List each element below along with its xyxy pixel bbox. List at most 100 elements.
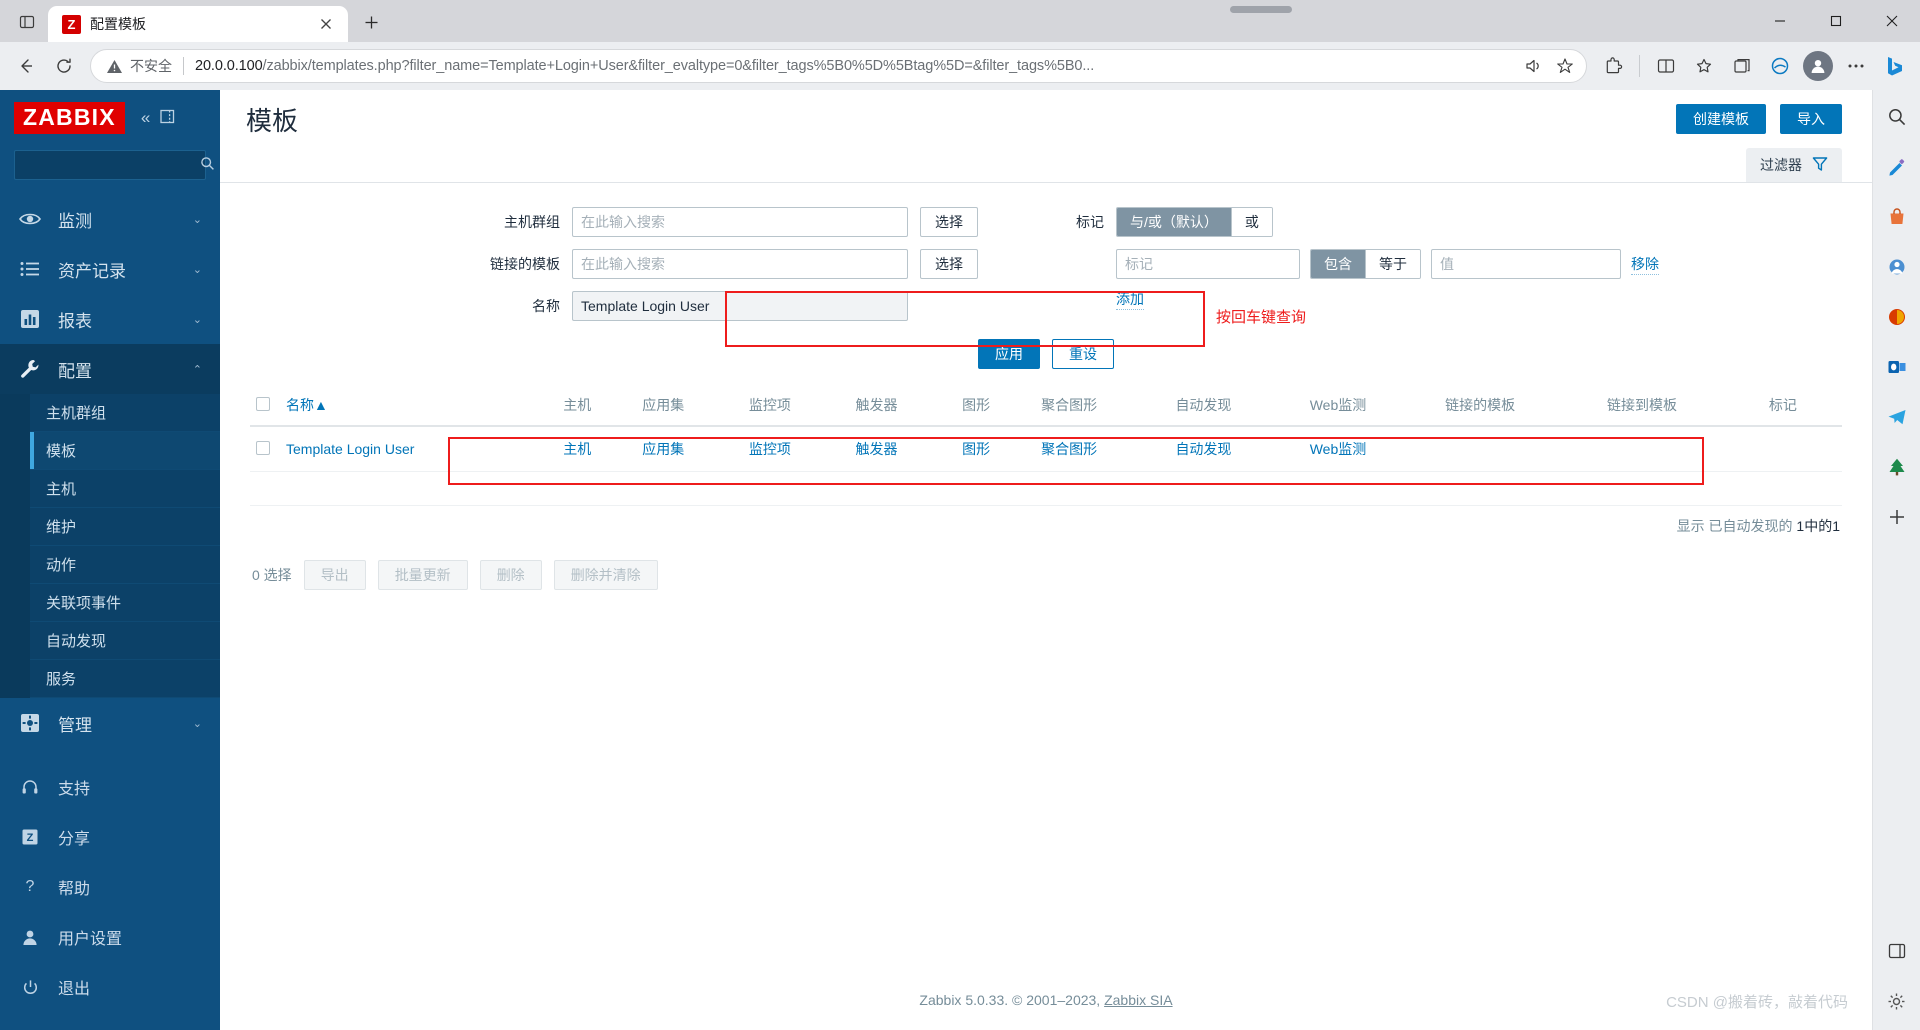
browser-tab-active[interactable]: Z 配置模板 [48,6,348,42]
template-name-link[interactable]: Template Login User [286,441,414,457]
cell-web[interactable]: Web监测 [1303,426,1440,472]
more-options-icon[interactable] [1838,48,1874,84]
create-template-button[interactable]: 创建模板 [1676,104,1766,134]
zabbix-logo[interactable]: ZABBIX [14,102,125,134]
microsoft-365-icon[interactable] [1880,300,1914,334]
sidebar-subitem-services[interactable]: 服务 [30,660,220,698]
sidebar-subitem-event-correlation[interactable]: 关联项事件 [30,584,220,622]
chevron-down-icon[interactable]: ⌄ [193,263,202,276]
sidebar-subitem-actions[interactable]: 动作 [30,546,220,584]
games-icon[interactable] [1880,250,1914,284]
applications-link[interactable]: 应用集 [642,441,684,457]
star-add-icon[interactable] [1550,52,1580,80]
maximize-icon[interactable] [1808,0,1864,42]
operator-contains-option[interactable]: 包含 [1311,250,1366,278]
delete-and-clear-button[interactable]: 删除并清除 [553,560,658,590]
sidebar-item-administration[interactable]: 管理 ⌄ [0,698,220,748]
chevrons-left-icon[interactable]: « [141,108,150,128]
chevron-up-icon[interactable]: ⌃ [193,363,202,376]
bing-copilot-icon[interactable] [1876,48,1912,84]
cell-hosts[interactable]: 主机 [557,426,637,472]
host-group-input[interactable] [572,207,908,237]
graphs-link[interactable]: 图形 [962,441,990,457]
minimize-icon[interactable] [1752,0,1808,42]
pen-highlight-icon[interactable] [1880,150,1914,184]
tag-operator-toggle[interactable]: 包含 等于 [1310,249,1421,279]
table-row[interactable]: Template Login User 主机 应用集 监控项 触发器 图形 聚合… [250,426,1842,472]
cell-applications[interactable]: 应用集 [636,426,743,472]
select-all-header[interactable] [250,385,280,427]
import-button[interactable]: 导入 [1780,104,1842,134]
web-link[interactable]: Web监测 [1310,441,1367,457]
extensions-icon[interactable] [1595,48,1631,84]
cell-template-name[interactable]: Template Login User [280,426,558,472]
rail-settings-icon[interactable] [1880,984,1914,1018]
sidebar-item-monitoring[interactable]: 监测 ⌄ [0,194,220,244]
address-bar[interactable]: 不安全 20.0.0.100/zabbix/templates.php?filt… [90,49,1587,83]
browser-collections-icon[interactable] [1724,48,1760,84]
column-header-name[interactable]: 名称▲ [280,385,558,427]
remove-tag-link[interactable]: 移除 [1631,254,1659,275]
sidebar-subitem-templates[interactable]: 模板 [30,432,220,470]
host-group-select-button[interactable]: 选择 [920,207,978,237]
sidebar-item-user-settings[interactable]: 用户设置 [0,912,220,962]
chevron-down-icon[interactable]: ⌄ [193,213,202,226]
sidebar-item-configuration[interactable]: 配置 ⌃ [0,344,220,394]
operator-equals-option[interactable]: 等于 [1366,250,1420,278]
window-drag-handle[interactable] [1230,6,1292,13]
tab-filter[interactable]: 过滤器 [1746,148,1842,182]
window-close-icon[interactable] [1864,0,1920,42]
back-arrow-icon[interactable] [8,48,44,84]
hosts-link[interactable]: 主机 [563,441,591,457]
sidebar-subitem-host-groups[interactable]: 主机群组 [30,394,220,432]
mass-update-button[interactable]: 批量更新 [377,560,468,590]
export-button[interactable]: 导出 [303,560,366,590]
close-icon[interactable] [314,12,338,36]
cell-graphs[interactable]: 图形 [956,426,1036,472]
sidebar-toggle-icon[interactable] [1880,934,1914,968]
linked-template-select-button[interactable]: 选择 [920,249,978,279]
delete-button[interactable]: 删除 [479,560,542,590]
search-icon[interactable] [1880,100,1914,134]
add-tool-icon[interactable] [1880,500,1914,534]
shopping-bag-icon[interactable] [1880,200,1914,234]
profile-avatar-icon[interactable] [1800,48,1836,84]
evaltype-or-option[interactable]: 或 [1231,208,1272,236]
tree-icon[interactable] [1880,450,1914,484]
read-aloud-icon[interactable] [1518,52,1548,80]
split-screen-icon[interactable] [1648,48,1684,84]
cell-items[interactable]: 监控项 [742,426,850,472]
chevron-down-icon[interactable]: ⌄ [193,717,202,730]
cell-screens[interactable]: 聚合图形 [1035,426,1170,472]
telegram-icon[interactable] [1880,400,1914,434]
row-checkbox[interactable] [256,440,270,455]
tab-list-icon[interactable] [6,5,48,39]
zabbix-sia-link[interactable]: Zabbix SIA [1104,992,1172,1008]
search-icon[interactable] [200,156,215,174]
sidebar-subitem-maintenance[interactable]: 维护 [30,508,220,546]
sidebar-item-help[interactable]: ? 帮助 [0,862,220,912]
browser-essentials-icon[interactable] [1762,48,1798,84]
sidebar-item-support[interactable]: 支持 [0,762,220,812]
discovery-link[interactable]: 自动发现 [1175,441,1231,457]
linked-template-input[interactable] [572,249,908,279]
tag-name-input[interactable] [1116,249,1300,279]
cell-triggers[interactable]: 触发器 [849,426,957,472]
sidebar-subitem-discovery[interactable]: 自动发现 [30,622,220,660]
reload-icon[interactable] [46,48,82,84]
row-select-cell[interactable] [250,426,280,472]
evaltype-andor-option[interactable]: 与/或（默认） [1117,208,1232,236]
cell-discovery[interactable]: 自动发现 [1169,426,1304,472]
chevron-down-icon[interactable]: ⌄ [193,313,202,326]
collections-icon[interactable] [1686,48,1722,84]
sidebar-subitem-hosts[interactable]: 主机 [30,470,220,508]
select-all-checkbox[interactable] [256,396,270,411]
name-input[interactable] [572,291,908,321]
sidebar-item-reports[interactable]: 报表 ⌄ [0,294,220,344]
search-input[interactable] [24,157,200,173]
apply-button[interactable]: 应用 [978,339,1040,369]
outlook-icon[interactable] [1880,350,1914,384]
add-tag-link[interactable]: 添加 [1116,289,1144,310]
triggers-link[interactable]: 触发器 [856,441,898,457]
reset-button[interactable]: 重设 [1052,339,1114,369]
